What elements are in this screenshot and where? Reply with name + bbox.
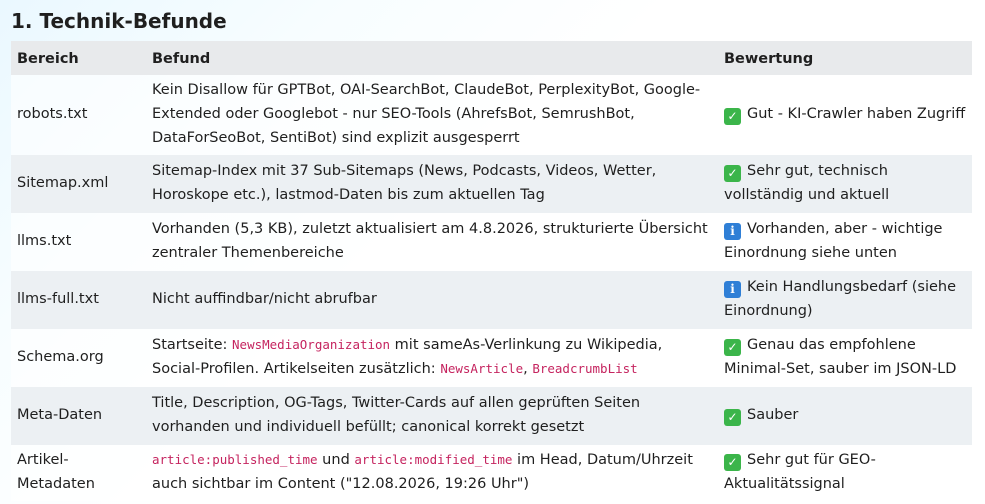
- inline-code: BreadcrumbList: [532, 361, 638, 376]
- inline-code: article:published_time: [152, 452, 318, 467]
- cell-bewertung: i Vorhanden, aber - wichtige Einordnung s…: [718, 213, 972, 271]
- cell-bewertung: ✓ Sehr gut, technisch vollständig und akt…: [718, 155, 972, 213]
- table-row: Schema.org Startseite: NewsMediaOrganizat…: [11, 329, 972, 387]
- table-header-row: Bereich Befund Bewertung: [11, 41, 972, 75]
- cell-befund: Startseite: NewsMediaOrganization mit sa…: [146, 329, 718, 387]
- cell-befund: article:published_time und article:modif…: [146, 445, 718, 501]
- finding-text: Kein Disallow für GPTBot, OAI-SearchBot,…: [152, 82, 701, 146]
- check-mark-icon: ✓: [724, 165, 741, 182]
- table-row: robots.txt Kein Disallow für GPTBot, OAI-…: [11, 75, 972, 155]
- finding-text: Title, Description, OG-Tags, Twitter-Car…: [152, 395, 641, 435]
- technik-befunde-table: Bereich Befund Bewertung robots.txt Kein …: [11, 41, 972, 501]
- cell-bewertung: ✓ Sauber: [718, 387, 972, 445]
- cell-bereich: Schema.org: [11, 329, 146, 387]
- inline-code: article:modified_time: [354, 452, 513, 467]
- check-mark-icon: ✓: [724, 454, 741, 471]
- check-mark-icon: ✓: [724, 108, 741, 125]
- rating-text: Sehr gut für GEO-Aktualitätssignal: [724, 452, 876, 492]
- cell-bereich: Sitemap.xml: [11, 155, 146, 213]
- finding-text: Sitemap-Index mit 37 Sub-Sitemaps (News,…: [152, 163, 657, 203]
- info-icon: i: [724, 223, 741, 240]
- check-mark-icon: ✓: [724, 409, 741, 426]
- finding-text: ,: [523, 361, 533, 377]
- table-row: Artikel-Metadaten article:published_time …: [11, 445, 972, 501]
- table-row: Sitemap.xml Sitemap-Index mit 37 Sub-Site…: [11, 155, 972, 213]
- cell-bewertung: i Kein Handlungsbedarf (siehe Einordnung): [718, 271, 972, 329]
- finding-text: Startseite:: [152, 337, 233, 353]
- table-body: robots.txt Kein Disallow für GPTBot, OAI-…: [11, 75, 972, 501]
- cell-bereich: llms-full.txt: [11, 271, 146, 329]
- rating-text: Vorhanden, aber - wichtige Einordnung si…: [724, 221, 943, 261]
- table-row: llms.txt Vorhanden (5,3 KB), zuletzt aktu…: [11, 213, 972, 271]
- finding-text: und: [317, 452, 355, 468]
- rating-text: Sauber: [747, 407, 799, 423]
- finding-text: Nicht auffindbar/nicht abrufbar: [152, 291, 377, 307]
- column-header-bewertung: Bewertung: [718, 41, 972, 75]
- check-mark-icon: ✓: [724, 339, 741, 356]
- cell-bewertung: ✓ Gut - KI-Crawler haben Zugriff: [718, 75, 972, 155]
- cell-bewertung: ✓ Sehr gut für GEO-Aktualitätssignal: [718, 445, 972, 501]
- finding-text: Vorhanden (5,3 KB), zuletzt aktualisiert…: [152, 221, 708, 261]
- inline-code: NewsMediaOrganization: [232, 337, 391, 352]
- rating-text: Gut - KI-Crawler haben Zugriff: [747, 106, 966, 122]
- inline-code: NewsArticle: [440, 361, 524, 376]
- cell-bereich: Artikel-Metadaten: [11, 445, 146, 501]
- info-icon: i: [724, 281, 741, 298]
- cell-bewertung: ✓ Genau das empfohlene Minimal-Set, saube…: [718, 329, 972, 387]
- rating-text: Kein Handlungsbedarf (siehe Einordnung): [724, 279, 957, 319]
- cell-befund: Vorhanden (5,3 KB), zuletzt aktualisiert…: [146, 213, 718, 271]
- cell-befund: Kein Disallow für GPTBot, OAI-SearchBot,…: [146, 75, 718, 155]
- cell-bereich: robots.txt: [11, 75, 146, 155]
- cell-befund: Nicht auffindbar/nicht abrufbar: [146, 271, 718, 329]
- cell-befund: Sitemap-Index mit 37 Sub-Sitemaps (News,…: [146, 155, 718, 213]
- column-header-bereich: Bereich: [11, 41, 146, 75]
- cell-befund: Title, Description, OG-Tags, Twitter-Car…: [146, 387, 718, 445]
- cell-bereich: llms.txt: [11, 213, 146, 271]
- table-row: llms-full.txt Nicht auffindbar/nicht abru…: [11, 271, 972, 329]
- cell-bereich: Meta-Daten: [11, 387, 146, 445]
- rating-text: Sehr gut, technisch vollständig und aktu…: [724, 163, 890, 203]
- column-header-befund: Befund: [146, 41, 718, 75]
- section-heading: 1. Technik-Befunde: [11, 9, 227, 33]
- table-row: Meta-Daten Title, Description, OG-Tags, T…: [11, 387, 972, 445]
- rating-text: Genau das empfohlene Minimal-Set, sauber…: [724, 337, 957, 377]
